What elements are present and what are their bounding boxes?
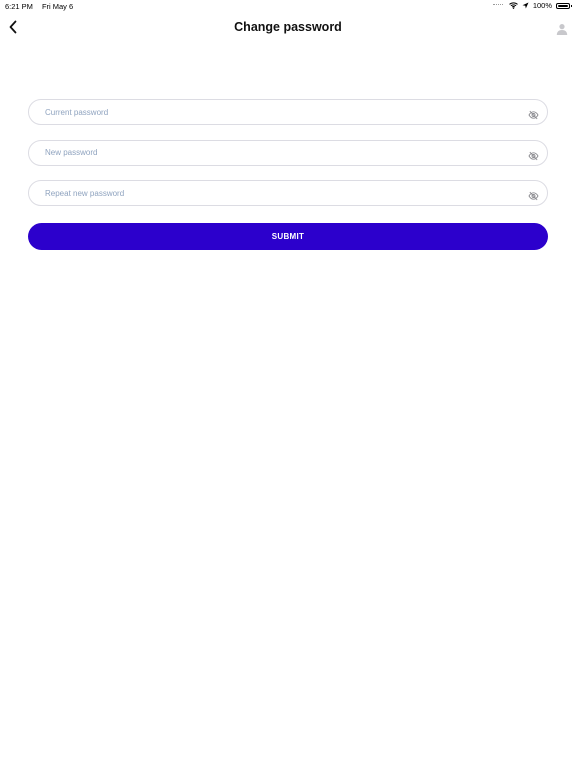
submit-button[interactable]: SUBMIT — [28, 223, 548, 250]
user-avatar-icon — [556, 24, 568, 35]
status-bar: 6:21 PM Fri May 6 100% — [0, 0, 576, 12]
current-password-input[interactable] — [45, 100, 515, 124]
nav-bar: Change password — [0, 12, 576, 42]
password-form — [28, 99, 548, 221]
repeat-password-field — [28, 180, 548, 206]
battery-icon — [556, 2, 572, 9]
new-password-field — [28, 139, 548, 166]
current-password-field — [28, 99, 548, 125]
change-password-screen: 6:21 PM Fri May 6 100% Change password S… — [0, 0, 576, 768]
status-right: 100% — [492, 1, 572, 10]
repeat-new-password-input[interactable] — [45, 181, 515, 205]
battery-percent: 100% — [532, 1, 552, 10]
status-time: 6:21 PM — [5, 2, 33, 11]
toggle-repeat-password-visibility[interactable] — [528, 188, 539, 201]
new-password-input[interactable] — [45, 140, 515, 165]
page-title: Change password — [234, 20, 342, 34]
toggle-new-password-visibility[interactable] — [528, 148, 539, 160]
battery-fill — [558, 4, 568, 7]
eye-off-icon — [528, 151, 539, 160]
status-left: 6:21 PM Fri May 6 — [5, 2, 73, 11]
eye-off-icon — [528, 110, 539, 120]
eye-off-icon — [528, 191, 539, 201]
battery-cap — [570, 4, 572, 7]
avatar-button[interactable] — [556, 22, 568, 35]
location-arrow-icon — [522, 2, 529, 9]
cellular-dots-icon — [492, 4, 503, 7]
toggle-current-password-visibility[interactable] — [528, 107, 539, 120]
wifi-icon — [508, 2, 518, 9]
status-date: Fri May 6 — [41, 2, 74, 11]
